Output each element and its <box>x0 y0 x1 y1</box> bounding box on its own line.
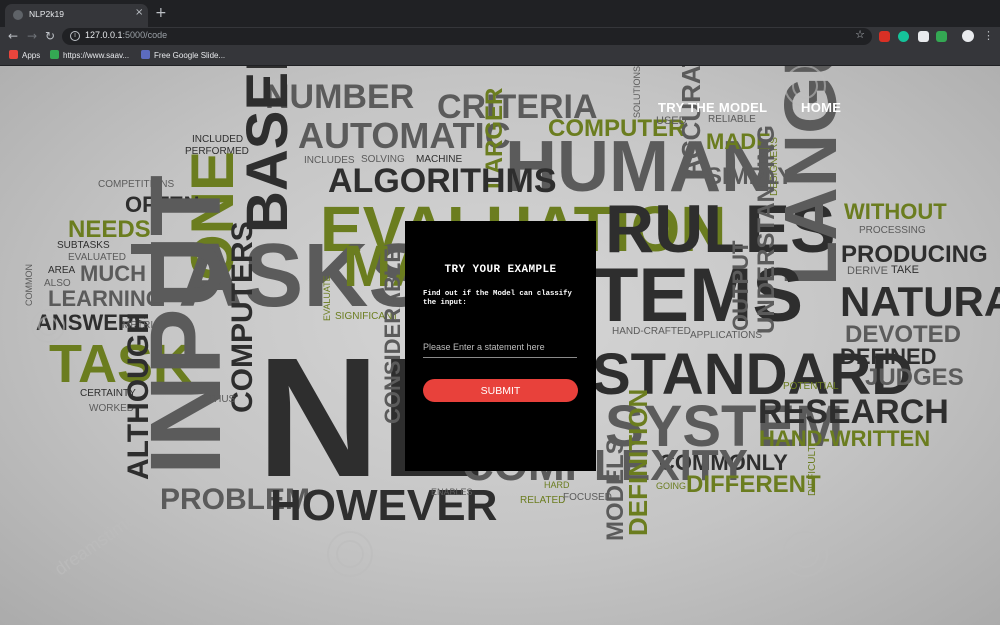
grammarly-icon[interactable] <box>898 31 909 42</box>
back-icon[interactable]: ← <box>8 28 18 44</box>
reload-icon[interactable]: ↻ <box>45 28 55 44</box>
page-background: NUMBER CRITERIA SOLUTIONS AUTOMATIC COMPUTER… <box>0 66 1000 625</box>
card-description: Find out if the Model can classify the i… <box>423 290 572 307</box>
bookmarks-bar: Apps https://www.saav... Free Google Sli… <box>0 46 1000 66</box>
cloud-word: UNDERSTANDING <box>753 125 780 334</box>
tab-title: NLP2k19 <box>29 9 64 19</box>
cloud-word: ALTHOUGH <box>122 312 155 480</box>
slides-icon <box>141 50 150 59</box>
bookmark-google-slides[interactable]: Free Google Slide... <box>141 50 225 60</box>
extension-page-icon[interactable] <box>918 31 929 42</box>
apps-grid-icon <box>9 50 18 59</box>
cloud-word: THUS <box>208 394 236 405</box>
cloud-word: AREA <box>48 265 76 276</box>
bookmark-star-icon[interactable]: ☆ <box>855 28 865 41</box>
submit-button[interactable]: SUBMIT <box>423 379 578 402</box>
bookmark-label: Free Google Slide... <box>154 51 226 60</box>
cloud-word: SOLUTIONS <box>632 66 642 118</box>
cloud-word: WITHOUT <box>844 199 947 224</box>
cloud-word: DIFFERENT <box>686 471 821 498</box>
cloud-word: JUDGES <box>865 364 964 391</box>
menu-kebab-icon[interactable]: ⋮ <box>983 28 994 44</box>
nav-home[interactable]: HOME <box>801 100 841 115</box>
cloud-word: DERIVE <box>847 265 888 277</box>
saavn-icon <box>50 50 59 59</box>
bookmark-saavn[interactable]: https://www.saav... <box>50 50 129 60</box>
extension-green-icon[interactable] <box>936 31 947 42</box>
cloud-word: TAKE <box>891 264 919 276</box>
browser-tab[interactable]: NLP2k19 × <box>5 4 148 27</box>
info-icon[interactable]: i <box>70 31 80 41</box>
cloud-word: ENABLES <box>431 487 473 497</box>
cloud-word: HAND-CRAFTED <box>612 326 691 337</box>
cloud-word: MODELS <box>602 438 629 541</box>
cloud-word: HARD <box>544 480 570 490</box>
cloud-word: GOING <box>656 481 686 491</box>
nav-try-the-model[interactable]: TRY THE MODEL <box>658 100 767 115</box>
cloud-word: POTENTIAL <box>783 381 839 392</box>
close-tab-icon[interactable]: × <box>135 7 143 18</box>
statement-input[interactable] <box>423 336 577 358</box>
cloud-word: OUTPUT <box>728 240 753 331</box>
cloud-word: EVALUATE <box>322 275 332 321</box>
try-example-card: TRY YOUR EXAMPLE Find out if the Model c… <box>405 221 596 471</box>
url-host: 127.0.0.1 <box>85 30 123 40</box>
cloud-word: COMMON <box>24 264 34 306</box>
cloud-word: AUTOMATIC <box>298 115 511 156</box>
bookmark-apps[interactable]: Apps <box>9 50 40 60</box>
profile-avatar[interactable] <box>962 30 974 42</box>
cloud-word: APPLICATIONS <box>690 330 762 341</box>
bookmark-label: https://www.saav... <box>63 51 130 60</box>
cloud-word: PROCESSING <box>859 225 926 236</box>
browser-toolbar: ← → ↻ i 127.0.0.1:5000/code ☆ ⋮ <box>0 27 1000 46</box>
browser-tab-strip: NLP2k19 × + <box>0 0 1000 27</box>
cloud-word: RELATED <box>520 495 565 506</box>
cloud-word: NATURAL <box>840 278 1000 325</box>
globe-icon <box>13 10 23 20</box>
url-text: 127.0.0.1:5000/code <box>85 30 167 40</box>
cloud-word: HAND-WRITTEN <box>759 426 930 451</box>
cloud-word: RELIABLE <box>708 114 756 125</box>
url-path: :5000/code <box>122 30 168 40</box>
card-title: TRY YOUR EXAMPLE <box>444 264 557 276</box>
cloud-word: SUBTASKS <box>57 240 110 251</box>
bookmark-label: Apps <box>22 51 41 60</box>
new-tab-icon[interactable]: + <box>155 5 167 21</box>
forward-icon[interactable]: → <box>27 28 37 44</box>
cloud-word: dreamstime <box>51 509 139 579</box>
address-bar[interactable]: i 127.0.0.1:5000/code ☆ <box>62 28 872 45</box>
cloud-word: DIFFICULT <box>807 446 818 496</box>
cloud-word: CONSIDERABLE <box>380 248 405 424</box>
extension-shield-icon[interactable] <box>879 31 890 42</box>
